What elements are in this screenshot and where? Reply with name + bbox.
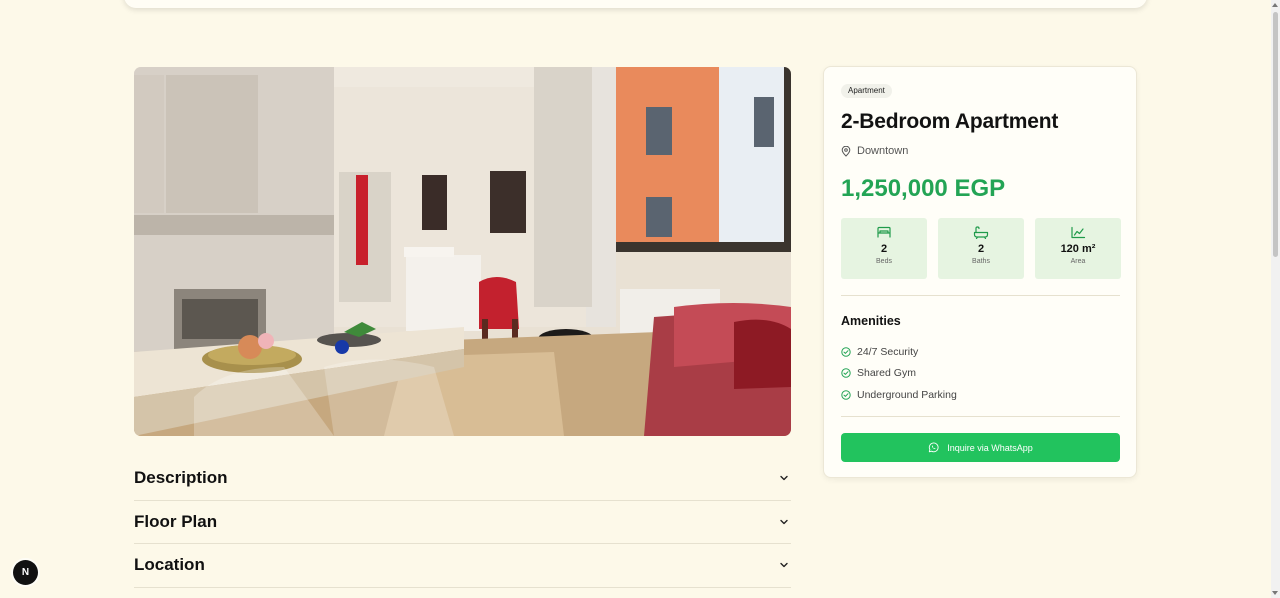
accordion-title: Floor Plan (134, 511, 218, 531)
accordion-description[interactable]: Description (134, 457, 791, 501)
divider (841, 295, 1120, 296)
bed-icon (877, 226, 891, 238)
amenity-label: 24/7 Security (857, 345, 919, 358)
accordion-location[interactable]: Location (134, 544, 791, 588)
check-circle-icon (841, 390, 851, 400)
property-title: 2-Bedroom Apartment (841, 110, 1059, 133)
property-price: 1,250,000 EGP (841, 175, 1006, 202)
stat-value: 2 (880, 243, 888, 255)
page-scrollbar[interactable] (1271, 0, 1280, 598)
location-text: Downtown (857, 145, 909, 157)
check-circle-icon (841, 368, 851, 378)
accordion-title: Description (134, 468, 228, 488)
property-type-badge: Apartment (841, 84, 892, 98)
stat-label: Area (1070, 258, 1086, 265)
property-stats: 2 Beds 2 Baths 120 m² Area (841, 218, 1121, 279)
amenities-heading: Amenities (841, 314, 901, 328)
scroll-down-arrow-icon[interactable] (1272, 591, 1278, 595)
property-photo (134, 67, 791, 436)
details-accordion: Description Floor Plan Location (134, 457, 791, 588)
amenity-label: Shared Gym (857, 367, 916, 380)
amenity-item: Shared Gym (841, 363, 957, 385)
dev-tools-badge[interactable]: N (13, 560, 38, 585)
top-nav-bar (124, 0, 1147, 8)
map-pin-icon (841, 145, 851, 157)
property-summary-card: Apartment 2-Bedroom Apartment Downtown 1… (823, 66, 1137, 478)
stat-label: Beds (876, 258, 892, 265)
check-circle-icon (841, 347, 851, 357)
chevron-down-icon (780, 476, 788, 481)
whatsapp-button-label: Inquire via WhatsApp (947, 442, 1033, 453)
amenity-label: Underground Parking (857, 388, 957, 401)
stat-baths: 2 Baths (938, 218, 1024, 279)
chevron-down-icon (780, 563, 788, 568)
area-chart-icon (1071, 226, 1086, 239)
stat-beds: 2 Beds (841, 218, 927, 279)
whatsapp-inquire-button[interactable]: Inquire via WhatsApp (841, 433, 1120, 462)
scroll-up-arrow-icon[interactable] (1272, 3, 1278, 7)
amenity-item: Underground Parking (841, 384, 957, 406)
accordion-floor-plan[interactable]: Floor Plan (134, 501, 791, 544)
chevron-down-icon (780, 519, 788, 524)
stat-value: 120 m² (1060, 243, 1096, 255)
amenity-item: 24/7 Security (841, 341, 957, 363)
stat-value: 2 (977, 243, 985, 255)
divider (841, 416, 1120, 417)
scrollbar-thumb[interactable] (1273, 12, 1278, 257)
whatsapp-icon (929, 442, 939, 453)
accordion-title: Location (134, 555, 205, 575)
amenities-list: 24/7 Security Shared Gym Underground Par… (841, 341, 957, 406)
property-location: Downtown (841, 145, 908, 157)
bath-icon (973, 226, 989, 239)
stat-label: Baths (972, 258, 990, 265)
stat-area: 120 m² Area (1035, 218, 1121, 279)
